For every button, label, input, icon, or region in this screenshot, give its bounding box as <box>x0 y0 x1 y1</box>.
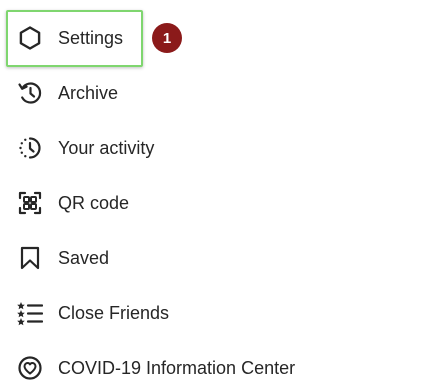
archive-icon <box>16 79 44 107</box>
menu-item-label: Your activity <box>58 138 155 158</box>
activity-icon <box>16 134 44 162</box>
qr-code-icon <box>16 189 44 217</box>
menu-item-label: QR code <box>58 193 130 213</box>
covid-info-icon <box>16 354 44 382</box>
menu-item-settings[interactable]: Settings <box>0 18 435 58</box>
menu-item-label: COVID-19 Information Center <box>58 358 296 378</box>
menu-item-your-activity[interactable]: Your activity <box>0 128 435 168</box>
menu-item-archive[interactable]: Archive <box>0 73 435 113</box>
menu-item-saved[interactable]: Saved <box>0 238 435 278</box>
menu-item-label: Close Friends <box>58 303 170 323</box>
menu-item-label: Settings <box>58 28 124 48</box>
menu-item-label: Archive <box>58 83 119 103</box>
bookmark-icon <box>16 244 44 272</box>
menu-item-covid-info[interactable]: COVID-19 Information Center <box>0 348 435 388</box>
close-friends-icon <box>16 299 44 327</box>
menu-item-qr-code[interactable]: QR code <box>0 183 435 223</box>
settings-icon <box>16 24 44 52</box>
menu-item-close-friends[interactable]: Close Friends <box>0 293 435 333</box>
menu-item-label: Saved <box>58 248 110 268</box>
